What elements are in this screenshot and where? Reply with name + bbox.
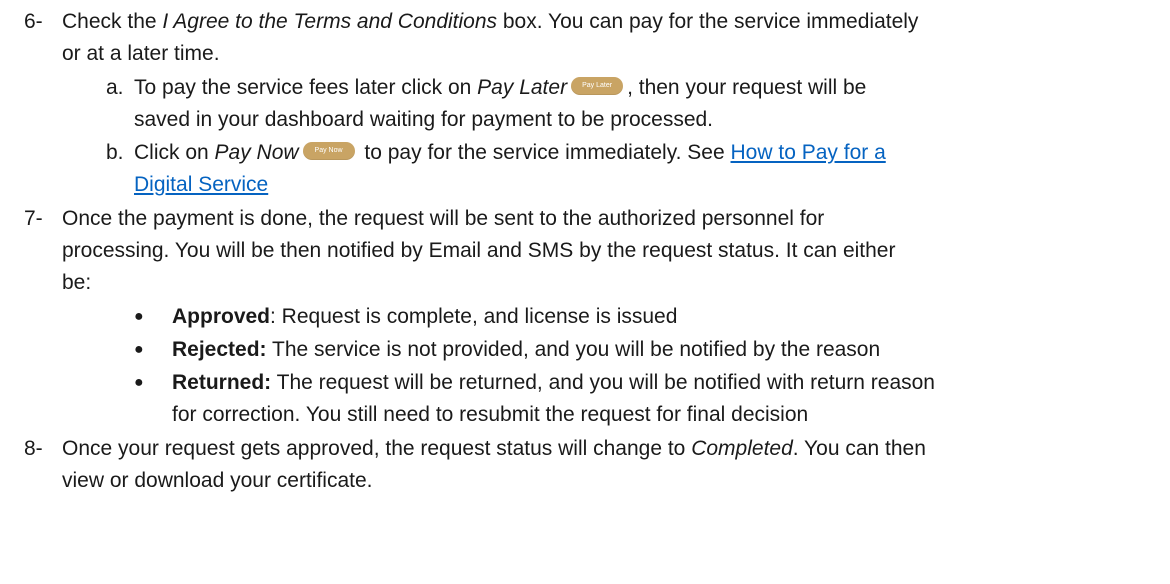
- status-returned-line-2: for correction. You still need to resubm…: [172, 403, 809, 426]
- how-to-pay-link-continued[interactable]: Digital Service: [134, 173, 268, 196]
- step-6b-text-end: to pay for the service immediately. See: [358, 141, 731, 164]
- status-approved-text: : Request is complete, and license is is…: [270, 305, 678, 328]
- step-6-number: 6-: [24, 10, 43, 33]
- step-6b-line-1: Click on Pay Now Pay Now to pay for the s…: [134, 139, 886, 167]
- how-to-pay-link[interactable]: How to Pay for a: [731, 141, 886, 164]
- step-6-text-end: box. You can pay for the service immedia…: [497, 10, 919, 33]
- status-returned-text: The request will be returned, and you wi…: [271, 371, 935, 394]
- terms-checkbox-label: I Agree to the Terms and Conditions: [162, 10, 498, 33]
- step-7-line-2: processing. You will be then notified by…: [62, 239, 896, 262]
- step-6b-label: b.: [106, 141, 124, 164]
- step-7-number: 7-: [24, 207, 43, 230]
- step-6-text: Check the: [62, 10, 163, 33]
- step-8-line-1: Once your request gets approved, the req…: [62, 435, 926, 463]
- status-approved-label: Approved: [172, 305, 271, 328]
- step-8-number: 8-: [24, 437, 43, 460]
- pay-now-button[interactable]: Pay Now: [302, 142, 355, 161]
- step-7-line-3: be:: [62, 271, 92, 294]
- step-6a-line-1: To pay the service fees later click on P…: [134, 74, 866, 102]
- status-rejected: Rejected: The service is not provided, a…: [172, 336, 880, 364]
- bullet-returned: ●: [134, 374, 144, 391]
- step-6a-text-end: , then your request will be: [627, 76, 867, 99]
- pay-later-button[interactable]: Pay Later: [571, 77, 624, 96]
- step-7-line-1: Once the payment is done, the request wi…: [62, 207, 825, 230]
- status-approved: Approved: Request is complete, and licen…: [172, 303, 677, 331]
- step-6-line-1: Check the I Agree to the Terms and Condi…: [62, 8, 918, 36]
- step-6b-text: Click on: [134, 141, 215, 164]
- step-6b-line-2: Digital Service: [134, 171, 268, 199]
- pay-later-text: Pay Later: [477, 76, 568, 99]
- pay-now-text: Pay Now: [214, 141, 299, 164]
- status-returned: Returned: The request will be returned, …: [172, 369, 935, 397]
- step-6a-label: a.: [106, 76, 124, 99]
- step-6-line-2: or at a later time.: [62, 42, 220, 65]
- status-returned-label: Returned:: [172, 371, 272, 394]
- bullet-rejected: ●: [134, 341, 144, 358]
- step-8-text: Once your request gets approved, the req…: [62, 437, 692, 460]
- step-8-text-end: . You can then: [792, 437, 926, 460]
- completed-status-text: Completed: [691, 437, 793, 460]
- step-6a-line-2: saved in your dashboard waiting for paym…: [134, 108, 714, 131]
- step-8-line-2: view or download your certificate.: [62, 469, 373, 492]
- bullet-approved: ●: [134, 308, 144, 325]
- status-rejected-text: The service is not provided, and you wil…: [266, 338, 881, 361]
- step-6a-text: To pay the service fees later click on: [134, 76, 478, 99]
- status-rejected-label: Rejected:: [172, 338, 267, 361]
